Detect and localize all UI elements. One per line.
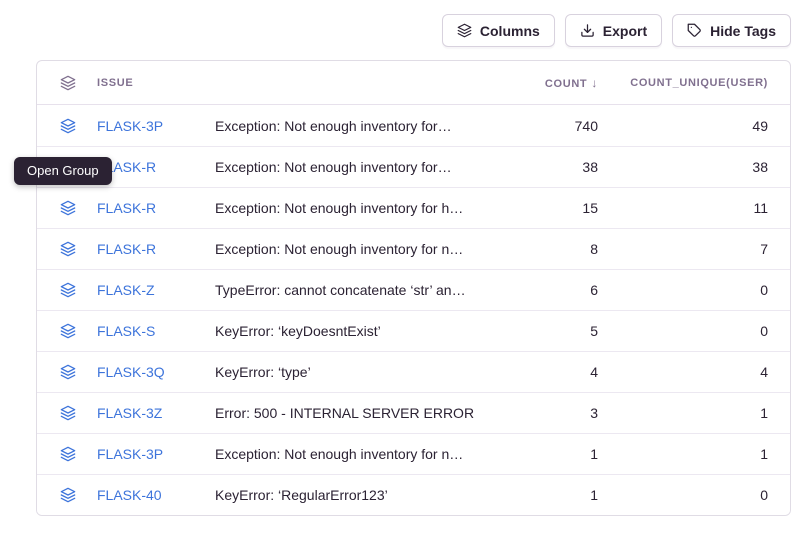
count-unique-value: 1	[610, 405, 790, 421]
count-value: 38	[500, 159, 610, 175]
issue-link[interactable]: FLASK-R	[97, 200, 215, 216]
issue-description: Error: 500 - INTERNAL SERVER ERROR	[215, 405, 500, 421]
count-unique-value: 0	[610, 282, 790, 298]
issue-link[interactable]: FLASK-S	[97, 323, 215, 339]
hide-tags-button[interactable]: Hide Tags	[672, 14, 791, 47]
issue-description: KeyError: ‘RegularError123’	[215, 487, 500, 503]
open-group-layers-icon[interactable]	[60, 446, 76, 462]
issue-description: Exception: Not enough inventory for…	[215, 159, 500, 175]
table-row[interactable]: FLASK-3Z Error: 500 - INTERNAL SERVER ER…	[37, 392, 790, 433]
count-value: 3	[500, 405, 610, 421]
issue-link[interactable]: FLASK-Z	[97, 282, 215, 298]
issue-link[interactable]: FLASK-3P	[97, 118, 215, 134]
open-group-layers-icon[interactable]	[60, 487, 76, 503]
open-group-tooltip: Open Group	[14, 157, 112, 185]
table-row[interactable]: FLASK-R Exception: Not enough inventory …	[37, 228, 790, 269]
issue-description: Exception: Not enough inventory for h…	[215, 200, 500, 216]
toolbar: Columns Export Hide Tags	[442, 14, 791, 47]
column-header-count-unique[interactable]: COUNT_UNIQUE(USER)	[610, 77, 790, 89]
count-value: 1	[500, 487, 610, 503]
columns-button-label: Columns	[480, 23, 540, 39]
count-value: 5	[500, 323, 610, 339]
column-header-issue[interactable]: ISSUE	[97, 77, 215, 89]
row-icon-cell	[53, 200, 97, 216]
open-group-layers-icon[interactable]	[60, 282, 76, 298]
issue-description: KeyError: ‘keyDoesntExist’	[215, 323, 500, 339]
count-header-label: COUNT	[545, 78, 587, 90]
columns-button[interactable]: Columns	[442, 14, 555, 47]
row-icon-cell	[53, 241, 97, 257]
row-icon-cell	[53, 282, 97, 298]
issue-link[interactable]: FLASK-R	[97, 241, 215, 257]
issue-description: Exception: Not enough inventory for n…	[215, 446, 500, 462]
table-header-row: ISSUE COUNT ↓ COUNT_UNIQUE(USER)	[37, 61, 790, 105]
export-button[interactable]: Export	[565, 14, 662, 47]
issue-link[interactable]: FLASK-3Q	[97, 364, 215, 380]
open-group-layers-icon[interactable]	[60, 405, 76, 421]
export-button-label: Export	[603, 23, 647, 39]
issue-link[interactable]: FLASK-40	[97, 487, 215, 503]
open-group-layers-icon[interactable]	[60, 241, 76, 257]
table-row[interactable]: FLASK-R Exception: Not enough inventory …	[37, 146, 790, 187]
issue-link[interactable]: FLASK-3Z	[97, 405, 215, 421]
count-value: 740	[500, 118, 610, 134]
row-icon-cell	[53, 323, 97, 339]
issue-link[interactable]: FLASK-R	[97, 159, 215, 175]
sort-descending-icon: ↓	[591, 76, 598, 90]
row-icon-cell	[53, 446, 97, 462]
table-row[interactable]: FLASK-3P Exception: Not enough inventory…	[37, 105, 790, 146]
table-row[interactable]: FLASK-3P Exception: Not enough inventory…	[37, 433, 790, 474]
open-group-layers-icon[interactable]	[60, 200, 76, 216]
tag-icon	[687, 23, 702, 38]
count-unique-value: 7	[610, 241, 790, 257]
count-value: 8	[500, 241, 610, 257]
open-group-layers-icon[interactable]	[60, 118, 76, 134]
issue-description: KeyError: ‘type’	[215, 364, 500, 380]
count-value: 6	[500, 282, 610, 298]
count-unique-value: 49	[610, 118, 790, 134]
count-unique-value: 0	[610, 323, 790, 339]
table-row[interactable]: FLASK-40 KeyError: ‘RegularError123’ 1 0	[37, 474, 790, 515]
issue-description: TypeError: cannot concatenate ‘str’ an…	[215, 282, 500, 298]
count-value: 1	[500, 446, 610, 462]
hide-tags-button-label: Hide Tags	[710, 23, 776, 39]
table-row[interactable]: FLASK-Z TypeError: cannot concatenate ‘s…	[37, 269, 790, 310]
count-unique-value: 0	[610, 487, 790, 503]
issue-description: Exception: Not enough inventory for…	[215, 118, 500, 134]
column-header-count[interactable]: COUNT ↓	[500, 76, 610, 90]
issue-link[interactable]: FLASK-3P	[97, 446, 215, 462]
table-row[interactable]: FLASK-R Exception: Not enough inventory …	[37, 187, 790, 228]
count-value: 15	[500, 200, 610, 216]
count-unique-value: 11	[610, 200, 790, 216]
count-unique-value: 38	[610, 159, 790, 175]
row-icon-cell	[53, 364, 97, 380]
open-group-layers-icon[interactable]	[60, 364, 76, 380]
header-icon-cell	[53, 75, 97, 91]
layers-icon	[60, 75, 76, 91]
layers-icon	[457, 23, 472, 38]
download-icon	[580, 23, 595, 38]
count-unique-value: 1	[610, 446, 790, 462]
table-row[interactable]: FLASK-3Q KeyError: ‘type’ 4 4	[37, 351, 790, 392]
open-group-layers-icon[interactable]	[60, 323, 76, 339]
table-row[interactable]: FLASK-S KeyError: ‘keyDoesntExist’ 5 0	[37, 310, 790, 351]
table-body: FLASK-3P Exception: Not enough inventory…	[37, 105, 790, 515]
count-value: 4	[500, 364, 610, 380]
count-unique-value: 4	[610, 364, 790, 380]
issue-description: Exception: Not enough inventory for n…	[215, 241, 500, 257]
issues-table: ISSUE COUNT ↓ COUNT_UNIQUE(USER) FLASK-3P…	[36, 60, 791, 516]
row-icon-cell	[53, 118, 97, 134]
row-icon-cell	[53, 405, 97, 421]
row-icon-cell	[53, 487, 97, 503]
